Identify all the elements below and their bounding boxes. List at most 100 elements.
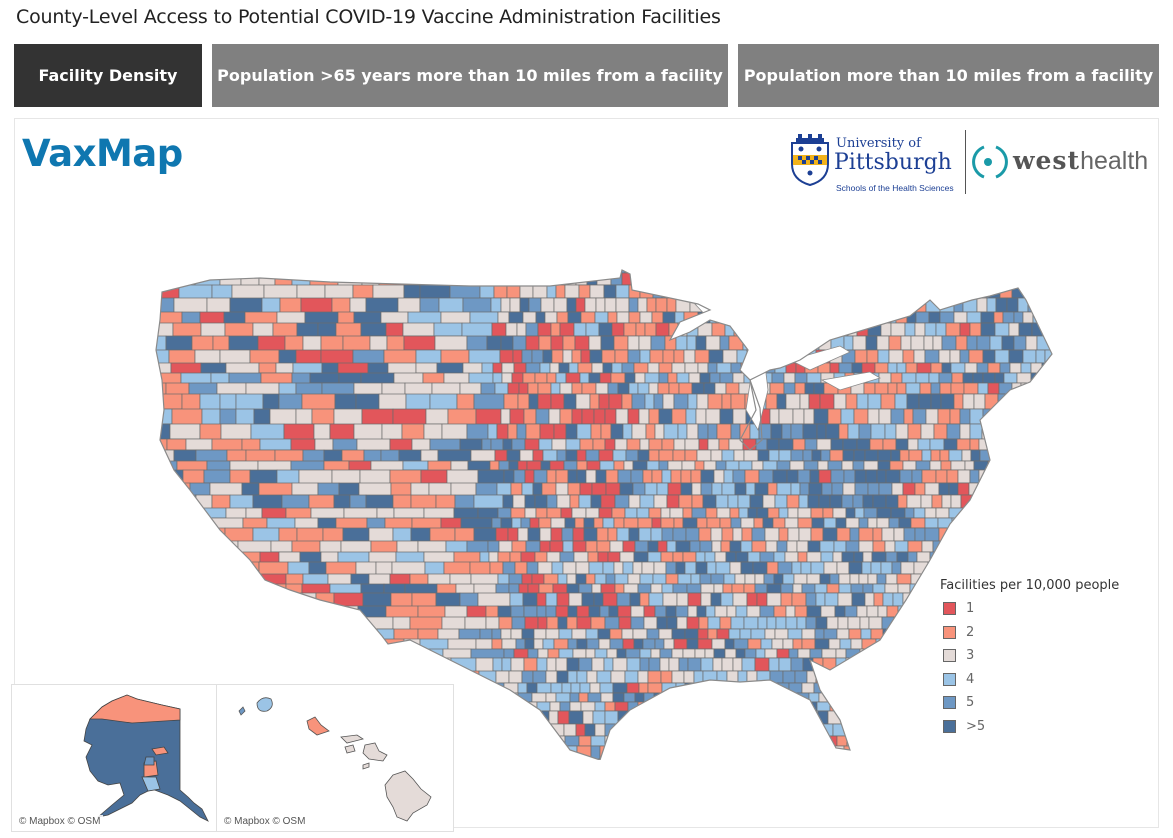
county-cell[interactable] [770, 423, 783, 440]
county-cell[interactable] [924, 482, 940, 496]
county-cell[interactable] [1003, 551, 1019, 563]
county-cell[interactable] [671, 628, 686, 640]
county-cell[interactable] [555, 372, 567, 384]
county-cell[interactable] [605, 469, 619, 484]
county-cell[interactable] [763, 682, 779, 694]
county-cell[interactable] [801, 284, 813, 299]
county-cell[interactable] [531, 692, 547, 703]
county-cell[interactable] [624, 260, 637, 274]
county-cell[interactable] [538, 583, 554, 594]
county-cell[interactable] [949, 758, 964, 760]
county-cell[interactable] [509, 551, 522, 563]
county-cell[interactable] [598, 507, 613, 519]
county-cell[interactable] [492, 372, 503, 384]
county-cell[interactable] [558, 362, 570, 374]
county-cell[interactable] [923, 710, 936, 725]
county-cell[interactable] [409, 573, 429, 586]
county-cell[interactable] [546, 551, 561, 563]
county-cell[interactable] [990, 469, 1006, 484]
county-cell[interactable] [505, 710, 516, 725]
county-cell[interactable] [558, 628, 573, 640]
county-cell[interactable] [550, 335, 564, 351]
county-cell[interactable] [858, 527, 874, 542]
county-cell[interactable] [626, 438, 641, 451]
county-cell[interactable] [875, 638, 886, 650]
county-cell[interactable] [845, 507, 856, 519]
county-cell[interactable] [758, 469, 774, 484]
county-cell[interactable] [490, 297, 502, 313]
county-cell[interactable] [980, 551, 992, 563]
county-cell[interactable] [659, 657, 670, 672]
county-cell[interactable] [765, 393, 778, 410]
county-cell[interactable] [513, 362, 527, 374]
county-cell[interactable] [598, 449, 614, 462]
county-cell[interactable] [1016, 372, 1032, 384]
county-cell[interactable] [819, 573, 831, 585]
county-cell[interactable] [509, 297, 521, 313]
county-cell[interactable] [847, 260, 859, 274]
county-cell[interactable] [403, 284, 421, 299]
county-cell[interactable] [388, 657, 419, 672]
county-cell[interactable] [609, 628, 623, 640]
county-cell[interactable] [968, 551, 982, 563]
county-cell[interactable] [710, 260, 724, 274]
county-cell[interactable] [513, 745, 525, 760]
county-cell[interactable] [150, 551, 168, 569]
county-cell[interactable] [1005, 482, 1017, 496]
county-cell[interactable] [888, 349, 904, 364]
county-cell[interactable] [769, 382, 785, 395]
county-cell[interactable] [638, 527, 652, 542]
county-cell[interactable] [585, 322, 600, 337]
county-cell[interactable] [440, 311, 471, 325]
county-cell[interactable] [588, 335, 602, 351]
county-cell[interactable] [851, 592, 866, 607]
county-cell[interactable] [766, 438, 780, 451]
county-cell[interactable] [916, 670, 927, 684]
county-cell[interactable] [961, 517, 976, 529]
county-cell[interactable] [966, 335, 978, 351]
county-cell[interactable] [955, 561, 966, 575]
county-cell[interactable] [442, 260, 468, 280]
county-cell[interactable] [1046, 423, 1059, 440]
county-cell[interactable] [730, 616, 745, 630]
county-cell[interactable] [632, 628, 648, 640]
county-cell[interactable] [370, 540, 398, 554]
county-cell[interactable] [549, 460, 565, 471]
county-cell[interactable] [887, 735, 903, 747]
county-cell[interactable] [918, 701, 934, 712]
county-cell[interactable] [585, 648, 596, 659]
county-cell[interactable] [976, 758, 989, 760]
county-cell[interactable] [648, 408, 660, 425]
county-cell[interactable] [150, 527, 176, 543]
county-cell[interactable] [797, 469, 811, 484]
county-cell[interactable] [740, 540, 753, 553]
county-cell[interactable] [926, 648, 937, 659]
county-cell[interactable] [491, 745, 506, 760]
county-cell[interactable] [587, 692, 602, 703]
county-cell[interactable] [783, 372, 796, 384]
county-cell[interactable] [737, 723, 752, 737]
county-cell[interactable] [210, 372, 230, 384]
county-cell[interactable] [579, 682, 591, 694]
county-cell[interactable] [907, 551, 918, 563]
county-cell[interactable] [498, 540, 513, 553]
county-cell[interactable] [634, 735, 648, 747]
county-cell[interactable] [823, 517, 837, 529]
county-cell[interactable] [627, 349, 641, 364]
county-cell[interactable] [1029, 540, 1043, 553]
county-cell[interactable] [704, 648, 715, 659]
county-cell[interactable] [849, 527, 860, 542]
county-cell[interactable] [553, 297, 568, 313]
county-cell[interactable] [698, 438, 709, 451]
county-cell[interactable] [150, 616, 182, 630]
county-cell[interactable] [821, 322, 837, 337]
county-cell[interactable] [1006, 297, 1019, 313]
county-cell[interactable] [604, 701, 616, 712]
county-cell[interactable] [890, 272, 905, 286]
county-cell[interactable] [959, 423, 971, 440]
county-cell[interactable] [585, 628, 599, 640]
county-cell[interactable] [851, 362, 863, 374]
county-cell[interactable] [911, 605, 922, 618]
county-cell[interactable] [170, 260, 200, 279]
county-cell[interactable] [771, 372, 785, 384]
